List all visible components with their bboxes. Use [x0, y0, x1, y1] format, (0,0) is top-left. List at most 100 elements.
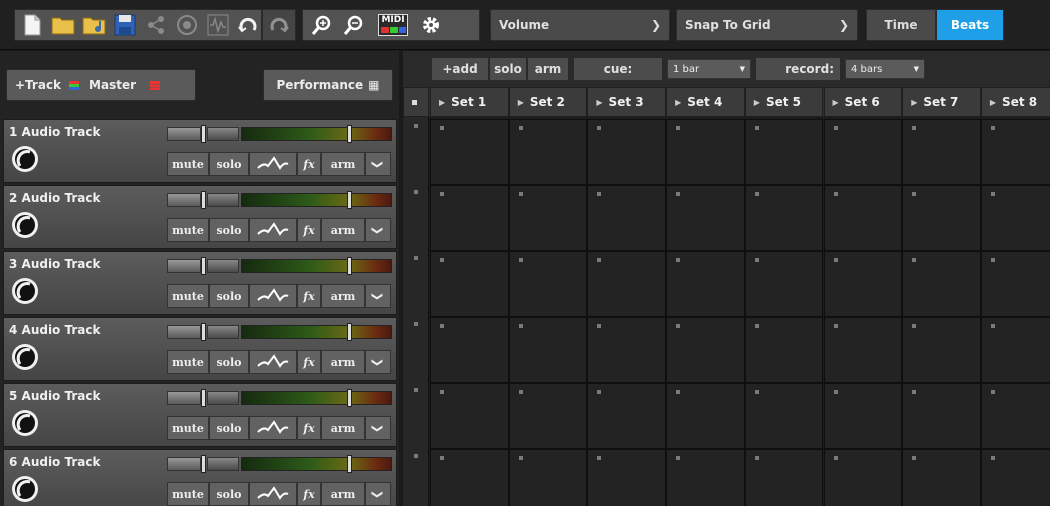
clip-slot[interactable]	[587, 185, 667, 251]
clip-record-button[interactable]	[990, 258, 995, 262]
volume-handle[interactable]	[347, 257, 352, 275]
clip-record-button[interactable]	[754, 258, 759, 262]
track-name[interactable]: 4 Audio Track	[9, 323, 100, 337]
set-header[interactable]: ▶ Set 7	[902, 87, 981, 117]
redo-icon[interactable]	[264, 10, 294, 40]
set-header[interactable]: ▶ Set 8	[980, 87, 1050, 117]
clip-record-button[interactable]	[518, 192, 523, 196]
clip-slot[interactable]	[508, 383, 588, 449]
clip-record-button[interactable]	[597, 258, 602, 262]
clip-stop-button[interactable]	[414, 322, 418, 326]
clip-slot[interactable]	[902, 317, 981, 383]
clip-slot[interactable]	[902, 185, 981, 251]
open-folder-icon[interactable]	[48, 10, 78, 40]
clip-slot[interactable]	[823, 251, 903, 317]
fx-button[interactable]: fx	[297, 350, 321, 374]
automation-button[interactable]	[249, 350, 297, 374]
arm-button[interactable]: arm	[321, 152, 365, 176]
clip-record-button[interactable]	[597, 390, 602, 394]
add-set-button[interactable]: +add	[431, 57, 489, 81]
clip-slot[interactable]	[902, 119, 981, 185]
track-menu-button[interactable]: ❯	[365, 350, 391, 374]
clip-slot[interactable]	[666, 251, 745, 317]
time-mode-button[interactable]: Time	[866, 9, 936, 41]
clip-slot[interactable]	[430, 449, 509, 506]
clip-record-button[interactable]	[912, 126, 917, 130]
open-audio-folder-icon[interactable]	[79, 10, 109, 40]
stop-all-button[interactable]	[403, 87, 429, 117]
clip-stop-button[interactable]	[414, 388, 418, 392]
track-name[interactable]: 2 Audio Track	[9, 191, 100, 205]
clip-slot[interactable]	[430, 251, 509, 317]
zoom-in-icon[interactable]	[307, 10, 337, 40]
volume-pan-fader[interactable]	[167, 323, 392, 341]
set-header[interactable]: ▶ Set 2	[508, 87, 588, 117]
clip-record-button[interactable]	[518, 390, 523, 394]
set-header[interactable]: ▶ Set 1	[430, 87, 509, 117]
clip-slot[interactable]	[666, 449, 745, 506]
save-icon[interactable]	[110, 10, 140, 40]
clip-record-button[interactable]	[597, 456, 602, 460]
track-name[interactable]: 6 Audio Track	[9, 455, 100, 469]
clip-slot[interactable]	[980, 185, 1050, 251]
arm-button[interactable]: arm	[321, 284, 365, 308]
fx-button[interactable]: fx	[297, 218, 321, 242]
clip-slot[interactable]	[744, 383, 824, 449]
track-menu-button[interactable]: ❯	[365, 218, 391, 242]
clip-record-button[interactable]	[518, 126, 523, 130]
fx-button[interactable]: fx	[297, 482, 321, 506]
clip-record-button[interactable]	[754, 390, 759, 394]
mute-button[interactable]: mute	[167, 416, 209, 440]
clip-record-button[interactable]	[833, 258, 838, 262]
performance-button[interactable]: Performance ▦	[263, 69, 393, 101]
clip-record-button[interactable]	[440, 390, 444, 394]
volume-pan-fader[interactable]	[167, 257, 392, 275]
clip-slot[interactable]	[587, 317, 667, 383]
clip-stop-button[interactable]	[414, 256, 418, 260]
clip-record-button[interactable]	[676, 390, 681, 394]
clip-slot[interactable]	[666, 383, 745, 449]
clip-record-button[interactable]	[990, 390, 995, 394]
track-menu-button[interactable]: ❯	[365, 482, 391, 506]
clip-slot[interactable]	[823, 449, 903, 506]
clip-record-button[interactable]	[754, 192, 759, 196]
clip-slot[interactable]	[666, 119, 745, 185]
track-menu-button[interactable]: ❯	[365, 284, 391, 308]
clip-slot[interactable]	[508, 317, 588, 383]
volume-pan-fader[interactable]	[167, 125, 392, 143]
clip-slot[interactable]	[587, 383, 667, 449]
pan-handle[interactable]	[201, 455, 206, 473]
clip-slot[interactable]	[508, 185, 588, 251]
clip-slot[interactable]	[430, 185, 509, 251]
pan-handle[interactable]	[201, 257, 206, 275]
clip-slot[interactable]	[744, 317, 824, 383]
clip-slot[interactable]	[902, 251, 981, 317]
clip-record-button[interactable]	[990, 126, 995, 130]
clip-record-button[interactable]	[754, 456, 759, 460]
grid-arm-button[interactable]: arm	[527, 57, 569, 81]
beats-mode-button[interactable]: Beats	[936, 9, 1004, 41]
solo-button[interactable]: solo	[209, 218, 249, 242]
clip-record-button[interactable]	[676, 126, 681, 130]
set-header[interactable]: ▶ Set 3	[587, 87, 667, 117]
midi-icon[interactable]: MIDI	[375, 10, 411, 40]
clip-record-button[interactable]	[833, 390, 838, 394]
add-track-button[interactable]: +Track Master	[6, 69, 196, 101]
clip-record-button[interactable]	[676, 324, 681, 328]
mute-button[interactable]: mute	[167, 482, 209, 506]
volume-handle[interactable]	[347, 389, 352, 407]
clip-record-button[interactable]	[990, 456, 995, 460]
automation-button[interactable]	[249, 284, 297, 308]
clip-record-button[interactable]	[440, 258, 444, 262]
clip-record-button[interactable]	[440, 324, 444, 328]
new-file-icon[interactable]	[17, 10, 47, 40]
pan-handle[interactable]	[201, 191, 206, 209]
mute-button[interactable]: mute	[167, 218, 209, 242]
clip-record-button[interactable]	[912, 192, 917, 196]
pan-handle[interactable]	[201, 389, 206, 407]
track-menu-button[interactable]: ❯	[365, 416, 391, 440]
clip-slot[interactable]	[980, 251, 1050, 317]
clip-slot[interactable]	[508, 251, 588, 317]
zoom-out-icon[interactable]	[339, 10, 369, 40]
clip-record-button[interactable]	[990, 192, 995, 196]
